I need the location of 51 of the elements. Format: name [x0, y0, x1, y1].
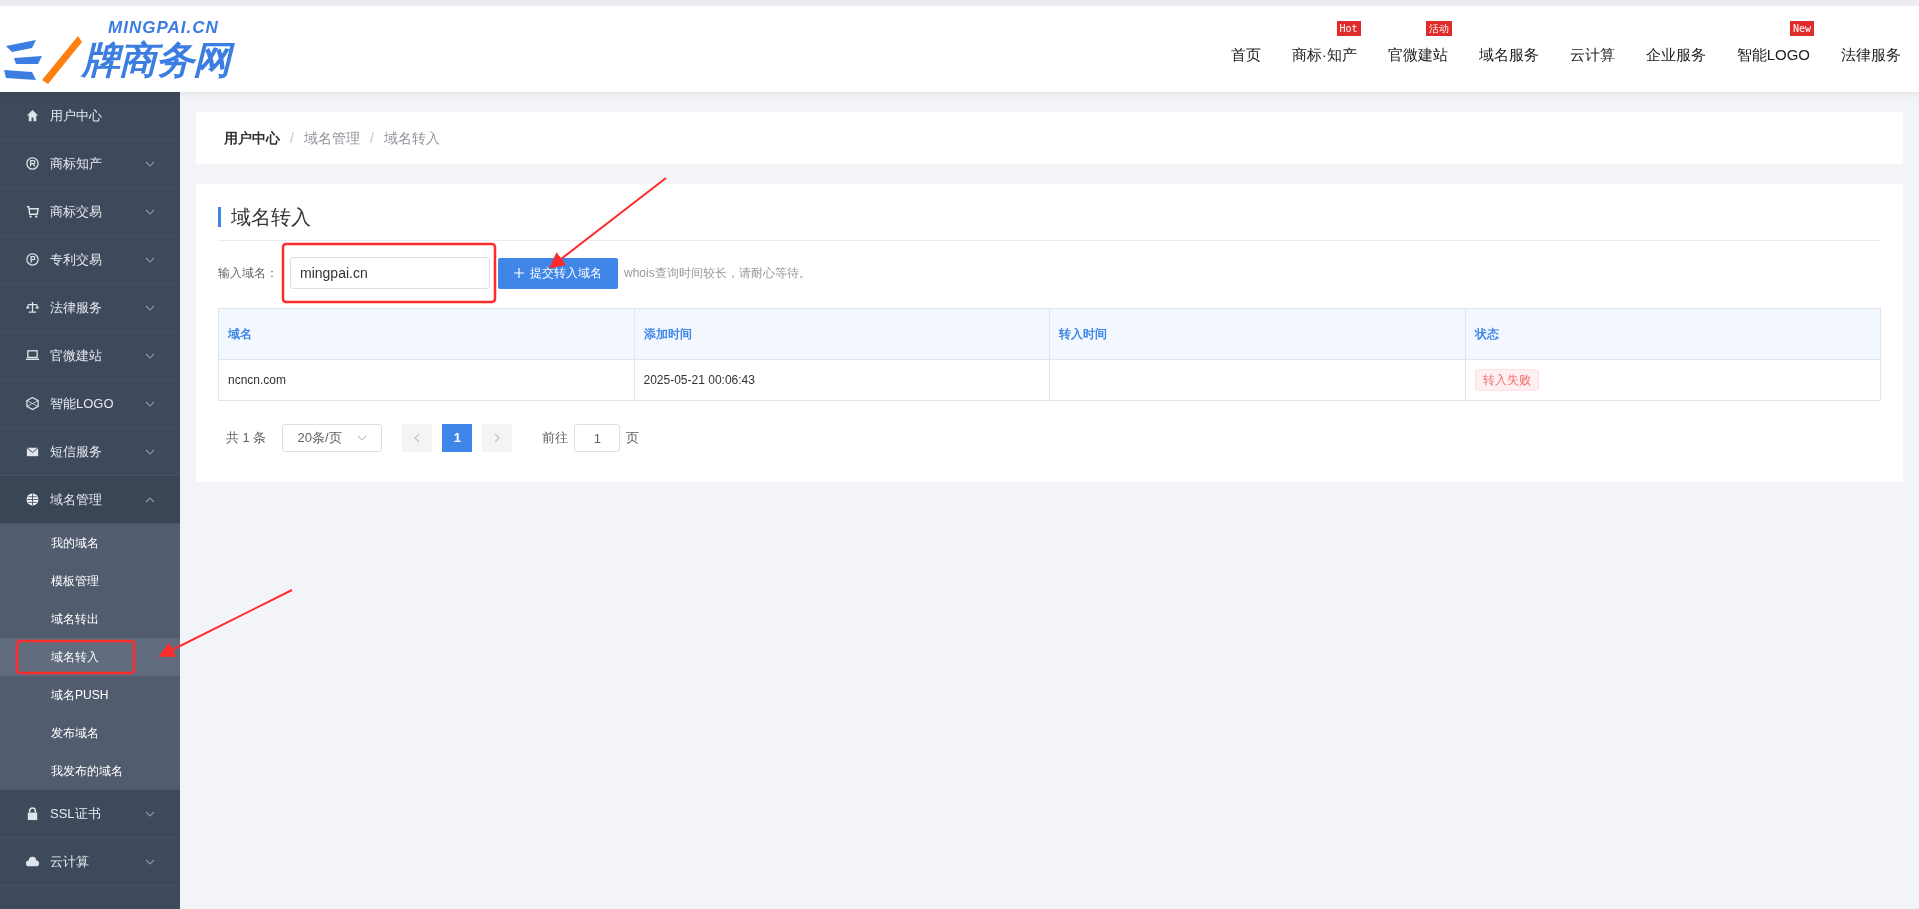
table-cell: 2025-05-21 00:06:43: [643, 373, 755, 387]
field-label: 输入域名：: [218, 265, 279, 282]
breadcrumb-separator: /: [290, 128, 294, 148]
total-count: 共 1 条: [226, 429, 267, 448]
sidebar-item[interactable]: 官微建站: [0, 332, 180, 380]
site-logo[interactable]: MINGPAI.CN 牌商务网: [2, 14, 240, 84]
logo-text: 牌商务网: [78, 36, 240, 84]
column-header: 状态: [1465, 308, 1881, 360]
sidebar-item[interactable]: 用户中心: [0, 92, 180, 140]
breadcrumb-link[interactable]: 用户中心: [224, 127, 280, 149]
submenu-item[interactable]: 域名转出: [0, 600, 180, 638]
breadcrumb-separator: /: [369, 128, 374, 148]
nav-link[interactable]: 云计算: [1569, 46, 1615, 63]
sidebar-item[interactable]: 域名管理: [0, 476, 180, 524]
page-title: 域名转入: [231, 205, 311, 230]
status-tag: 转入失败: [1474, 369, 1539, 391]
nav-badge: New: [1789, 21, 1814, 36]
sidebar-item[interactable]: 法律服务: [0, 284, 180, 332]
submenu-item[interactable]: 发布域名: [0, 714, 180, 752]
nav-link[interactable]: 商标·知产: [1291, 46, 1357, 63]
logo-tagline: MINGPAI.CN: [108, 19, 220, 36]
domain-input[interactable]: mingpai.cn: [290, 257, 490, 289]
column-header: 添加时间: [634, 308, 1050, 360]
submit-button[interactable]: 提交转入域名: [498, 257, 618, 289]
sidebar-item[interactable]: 智能LOGO: [0, 380, 180, 428]
submenu-item[interactable]: 我的域名: [0, 524, 180, 562]
table-cell: ncncn.com: [228, 373, 287, 387]
nav-link[interactable]: 首页: [1230, 46, 1261, 63]
submenu-item[interactable]: 域名PUSH: [0, 676, 180, 714]
nav-link[interactable]: 法律服务: [1841, 46, 1901, 63]
submenu-item[interactable]: 模板管理: [0, 562, 180, 600]
goto-page-input[interactable]: 1: [574, 424, 621, 452]
nav-badge: 活动: [1425, 21, 1452, 36]
sidebar-item[interactable]: 专利交易: [0, 236, 180, 284]
submenu-item[interactable]: 我发布的域名: [0, 752, 180, 790]
sidebar-item[interactable]: SSL证书: [0, 790, 180, 838]
nav-badge: Hot: [1336, 21, 1361, 36]
nav-link[interactable]: 智能LOGO: [1736, 46, 1810, 63]
sidebar-item[interactable]: 商标知产: [0, 140, 180, 188]
page-size-select[interactable]: 20条/页: [282, 424, 383, 452]
nav-link[interactable]: 企业服务: [1645, 46, 1706, 63]
goto-label: 前往: [542, 429, 569, 448]
sidebar-item[interactable]: 商标交易: [0, 188, 180, 236]
nav-link[interactable]: 域名服务: [1478, 46, 1539, 63]
column-header: 转入时间: [1049, 308, 1465, 360]
sidebar-item[interactable]: 云计算: [0, 838, 180, 886]
nav-link[interactable]: 官微建站: [1387, 46, 1448, 63]
page-button[interactable]: 1: [442, 424, 473, 452]
goto-suffix: 页: [626, 429, 640, 448]
column-header: 域名: [218, 308, 634, 360]
hint-text: whois查询时间较长，请耐心等待。: [624, 265, 811, 282]
